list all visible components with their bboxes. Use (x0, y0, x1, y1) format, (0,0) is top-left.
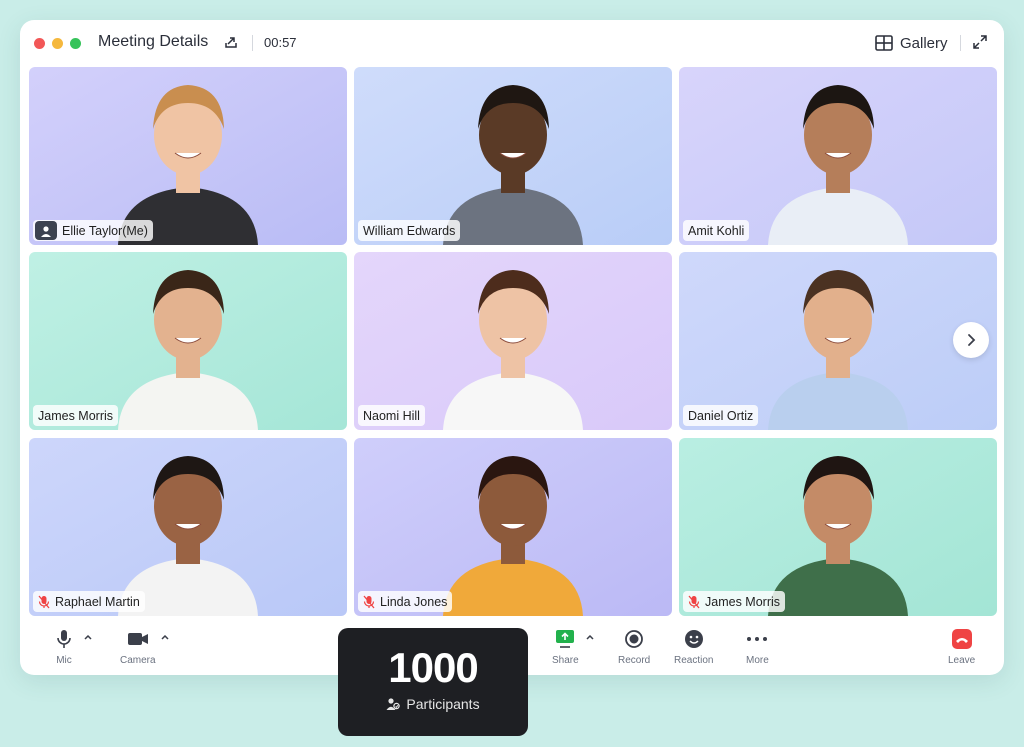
participant-name-tag: Daniel Ortiz (683, 405, 759, 426)
meeting-title: Meeting Details (98, 33, 209, 50)
hang-up-phone-icon (951, 629, 972, 649)
meeting-window: Meeting Details 00:57 Gallery Ellie Tayl… (20, 20, 1004, 675)
participant-name-tag: Naomi Hill (358, 405, 425, 426)
participant-name: Raphael Martin (55, 594, 140, 609)
participant-name-tag: Raphael Martin (33, 591, 145, 612)
more-button[interactable]: More (746, 628, 769, 666)
participant-video (29, 438, 347, 616)
participants-count: 1000 (388, 644, 478, 691)
grid-icon (875, 35, 893, 51)
share-screen-button[interactable]: Share (552, 628, 579, 666)
participants-count-card[interactable]: 1000 Participants (338, 628, 528, 736)
reaction-button[interactable]: Reaction (674, 628, 713, 666)
mic-muted-icon (38, 595, 50, 608)
participant-name-tag: James Morris (683, 591, 786, 612)
more-label: More (746, 655, 769, 666)
participant-tile[interactable]: James Morris (679, 438, 997, 616)
reaction-label: Reaction (674, 655, 714, 666)
participant-tile[interactable]: Daniel Ortiz (679, 252, 997, 430)
participant-name-tag: James Morris (33, 405, 119, 426)
participant-video (29, 252, 347, 430)
participant-video (679, 252, 997, 430)
more-dots-icon (747, 637, 768, 641)
share-options-chevron-icon[interactable] (585, 632, 595, 642)
mic-muted-icon (363, 595, 375, 608)
fullscreen-icon[interactable] (972, 34, 988, 50)
self-user-icon (35, 221, 57, 240)
title-divider (252, 35, 253, 51)
mic-button[interactable]: Mic (53, 628, 75, 666)
gallery-view-button[interactable]: Gallery (875, 32, 948, 54)
participant-tile[interactable]: Linda Jones (354, 438, 672, 616)
meeting-timer: 00:57 (264, 35, 297, 50)
participant-name-tag: Amit Kohli (683, 220, 750, 241)
participant-name-tag: Ellie Taylor(Me) (33, 220, 153, 241)
next-page-button[interactable] (953, 322, 989, 358)
video-camera-icon (127, 633, 148, 645)
minimize-window-button[interactable] (52, 38, 63, 49)
chevron-right-icon (968, 334, 976, 346)
participant-name: Linda Jones (380, 594, 448, 609)
participant-name: Naomi Hill (363, 408, 420, 423)
title-bar: Meeting Details 00:57 Gallery (20, 20, 1004, 66)
participant-video (354, 438, 672, 616)
camera-options-chevron-icon[interactable] (160, 632, 170, 642)
mic-muted-icon (688, 595, 700, 608)
smiley-icon (684, 630, 703, 648)
participants-label-row: Participants (338, 696, 528, 712)
share-screen-icon (556, 630, 575, 648)
maximize-window-button[interactable] (70, 38, 81, 49)
participant-video (354, 252, 672, 430)
leave-label: Leave (948, 655, 976, 666)
record-icon (625, 630, 644, 648)
participant-name: Amit Kohli (688, 223, 745, 238)
participant-name: James Morris (705, 594, 781, 609)
participant-name: Daniel Ortiz (688, 408, 754, 423)
microphone-icon (57, 630, 71, 648)
participants-label: Participants (406, 696, 480, 712)
mic-label: Mic (56, 655, 72, 666)
participant-name-tag: William Edwards (358, 220, 461, 241)
participant-tile[interactable]: Raphael Martin (29, 438, 347, 616)
participant-video (679, 67, 997, 245)
participants-icon (386, 698, 401, 710)
participant-name: Ellie Taylor(Me) (62, 223, 148, 238)
record-button[interactable]: Record (618, 628, 650, 666)
share-link-icon[interactable] (224, 35, 238, 49)
share-label: Share (552, 655, 579, 666)
participant-tile[interactable]: Amit Kohli (679, 67, 997, 245)
leave-button[interactable]: Leave (948, 628, 975, 666)
participant-tile[interactable]: James Morris (29, 252, 347, 430)
participant-video (29, 67, 347, 245)
title-divider-right (960, 35, 961, 51)
participant-tile[interactable]: William Edwards (354, 67, 672, 245)
mic-options-chevron-icon[interactable] (83, 632, 93, 642)
participant-video (354, 67, 672, 245)
participant-video (679, 438, 997, 616)
participant-tile[interactable]: Ellie Taylor(Me) (29, 67, 347, 245)
camera-label: Camera (120, 655, 156, 666)
participant-name: William Edwards (363, 223, 456, 238)
participant-name: James Morris (38, 408, 114, 423)
gallery-label: Gallery (900, 34, 948, 52)
camera-button[interactable]: Camera (120, 628, 156, 666)
close-window-button[interactable] (34, 38, 45, 49)
participant-name-tag: Linda Jones (358, 591, 453, 612)
record-label: Record (618, 655, 651, 666)
participant-tile[interactable]: Naomi Hill (354, 252, 672, 430)
